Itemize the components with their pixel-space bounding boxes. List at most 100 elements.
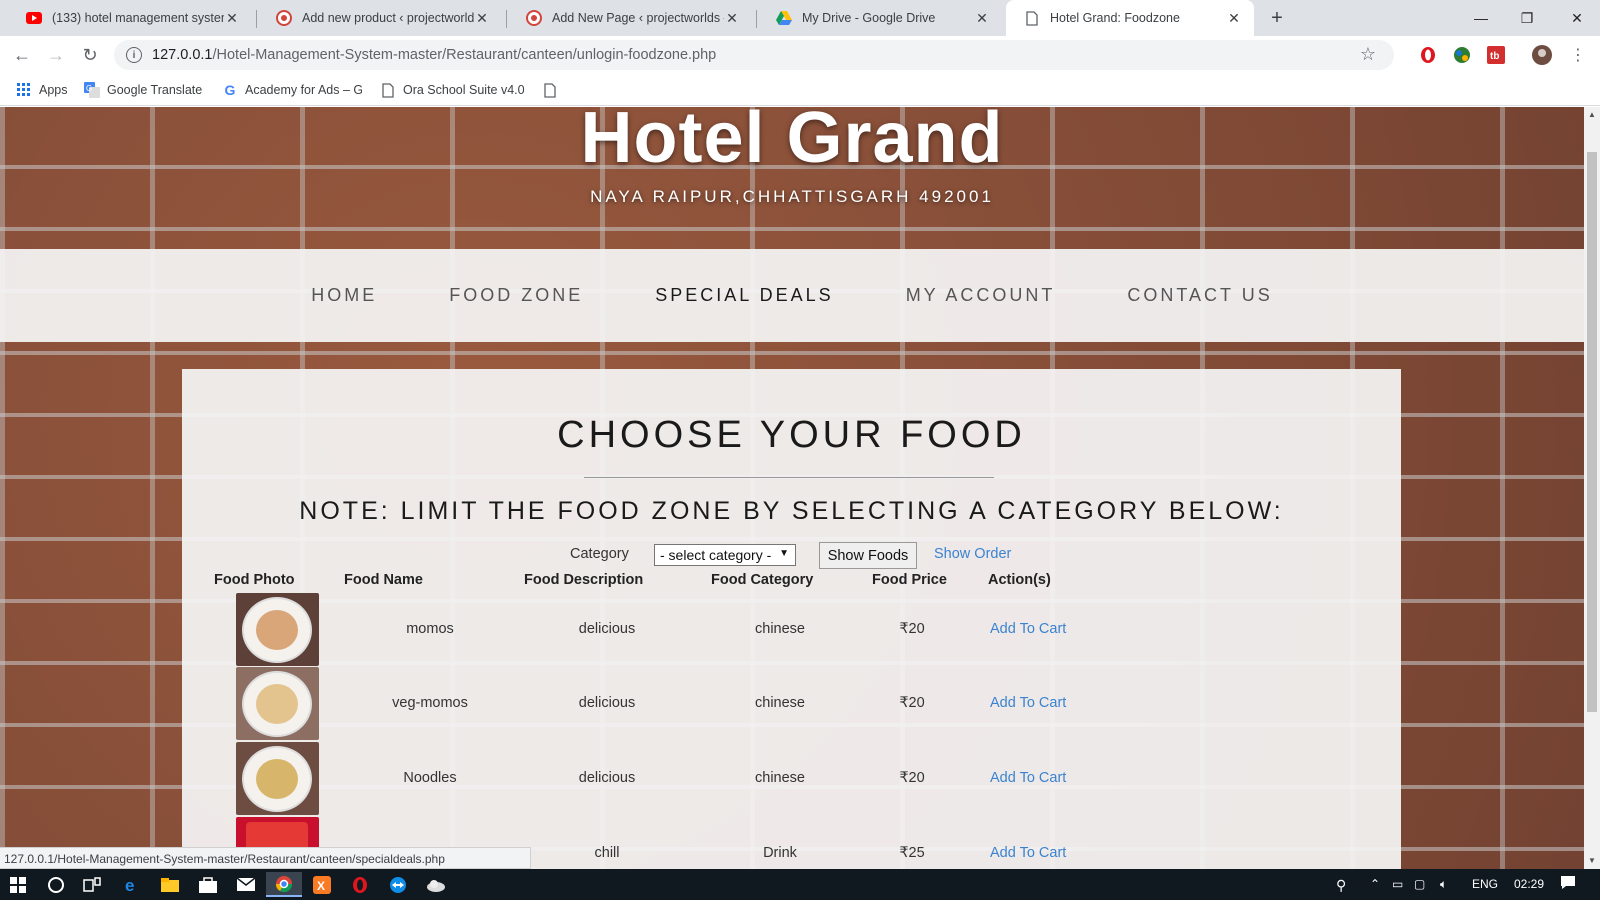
close-icon[interactable]: ✕ xyxy=(1226,10,1242,27)
bookmark-apps[interactable]: Apps xyxy=(16,82,68,98)
close-window-icon[interactable]: ✕ xyxy=(1554,0,1600,36)
windows-start-icon[interactable] xyxy=(0,872,36,897)
bookmark-academy-for-ads[interactable]: G Academy for Ads – G xyxy=(222,82,362,98)
mail-icon[interactable] xyxy=(228,872,264,897)
tab-title: Hotel Grand: Foodzone xyxy=(1050,11,1180,25)
scroll-up-icon[interactable]: ▲ xyxy=(1584,107,1600,123)
clock[interactable]: 02:29 xyxy=(1514,877,1544,891)
people-icon[interactable]: ⚲ xyxy=(1336,877,1346,894)
forward-arrow-icon[interactable]: → xyxy=(44,43,68,67)
youtube-icon xyxy=(26,10,42,26)
food-category: Drink xyxy=(763,845,797,861)
teamviewer-icon[interactable] xyxy=(380,872,416,897)
bookmark-ora-school-suite[interactable]: Ora School Suite v4.0 xyxy=(380,82,524,98)
chrome-icon[interactable] xyxy=(266,872,302,897)
food-photo xyxy=(236,742,319,815)
nav-food-zone[interactable]: FOOD ZONE xyxy=(449,285,583,306)
bookmark-untitled[interactable] xyxy=(542,82,565,98)
address-bar[interactable]: i 127.0.0.1/Hotel-Management-System-mast… xyxy=(114,40,1394,70)
bookmark-label: Google Translate xyxy=(107,83,203,97)
add-to-cart-link[interactable]: Add To Cart xyxy=(990,621,1066,637)
back-arrow-icon[interactable]: ← xyxy=(10,43,34,67)
close-icon[interactable]: ✕ xyxy=(224,10,240,27)
scroll-down-icon[interactable]: ▼ xyxy=(1584,853,1600,869)
store-icon[interactable] xyxy=(190,872,226,897)
main-nav: HOME FOOD ZONE SPECIAL DEALS MY ACCOUNT … xyxy=(0,249,1584,342)
show-foods-button[interactable]: Show Foods xyxy=(819,542,917,569)
nav-contact-us[interactable]: CONTACT US xyxy=(1127,285,1272,306)
close-icon[interactable]: ✕ xyxy=(474,10,490,27)
food-photo xyxy=(236,593,319,666)
add-to-cart-link[interactable]: Add To Cart xyxy=(990,695,1066,711)
nav-special-deals[interactable]: SPECIAL DEALS xyxy=(655,285,833,306)
file-explorer-icon[interactable] xyxy=(152,872,188,897)
reload-icon[interactable]: ↻ xyxy=(78,43,102,67)
action-center-icon[interactable] xyxy=(1560,875,1576,893)
food-name: veg-momos xyxy=(392,695,468,711)
nav-my-account[interactable]: MY ACCOUNT xyxy=(906,285,1056,306)
column-header-description: Food Description xyxy=(524,572,644,588)
food-category: chinese xyxy=(755,695,805,711)
xampp-icon[interactable]: X xyxy=(304,872,340,897)
add-to-cart-link[interactable]: Add To Cart xyxy=(990,770,1066,786)
page-icon xyxy=(380,82,396,98)
language-indicator[interactable]: ENG xyxy=(1472,877,1498,891)
minimize-icon[interactable]: — xyxy=(1458,0,1504,36)
dropdown-arrow-icon: ▼ xyxy=(779,548,789,559)
menu-kebab-icon[interactable]: ⋮ xyxy=(1566,43,1590,67)
url-host: 127.0.0.1 xyxy=(152,47,213,63)
category-note: NOTE: LIMIT THE FOOD ZONE BY SELECTING A… xyxy=(299,497,1284,525)
tab-add-new-product[interactable]: Add new product ‹ projectworlds ✕ xyxy=(258,0,502,36)
show-order-link[interactable]: Show Order xyxy=(934,546,1011,562)
add-to-cart-link[interactable]: Add To Cart xyxy=(990,845,1066,861)
tab-youtube[interactable]: (133) hotel management system ✕ xyxy=(8,0,252,36)
wordpress-icon xyxy=(526,10,542,26)
scrollbar-thumb[interactable] xyxy=(1587,152,1597,712)
network-icon[interactable]: ▢ xyxy=(1414,877,1425,891)
bookmark-star-icon[interactable]: ☆ xyxy=(1360,44,1376,65)
globe-extension-icon[interactable] xyxy=(1452,45,1472,65)
tab-title: Add new product ‹ projectworlds xyxy=(302,11,474,25)
page-viewport: Hotel Grand NAYA RAIPUR,CHHATTISGARH 492… xyxy=(0,107,1584,869)
profile-avatar-icon[interactable] xyxy=(1532,45,1552,65)
new-tab-button[interactable]: + xyxy=(1265,6,1289,30)
tb-extension-icon[interactable]: tb xyxy=(1486,45,1506,65)
tab-title: Add New Page ‹ projectworlds — xyxy=(552,11,724,25)
opera-extension-icon[interactable] xyxy=(1418,45,1438,65)
tab-google-drive[interactable]: My Drive - Google Drive ✕ xyxy=(758,0,1002,36)
tab-separator xyxy=(756,10,757,28)
battery-icon[interactable]: ▭ xyxy=(1392,877,1403,891)
status-bar-url: 127.0.0.1/Hotel-Management-System-master… xyxy=(0,847,531,869)
bookmark-google-translate[interactable]: G Google Translate xyxy=(84,82,202,98)
nav-home[interactable]: HOME xyxy=(311,285,377,306)
tab-hotel-grand-foodzone[interactable]: Hotel Grand: Foodzone ✕ xyxy=(1006,0,1254,36)
volume-icon[interactable]: 🔈︎ xyxy=(1440,877,1447,892)
opera-icon[interactable] xyxy=(342,872,378,897)
column-header-category: Food Category xyxy=(711,572,814,588)
close-icon[interactable]: ✕ xyxy=(974,10,990,27)
svg-text:G: G xyxy=(86,84,92,93)
restore-icon[interactable]: ❐ xyxy=(1504,0,1550,36)
tab-separator xyxy=(256,10,257,28)
bookmarks-bar: Apps G Google Translate G Academy for Ad… xyxy=(0,74,1600,106)
tab-separator xyxy=(506,10,507,28)
food-category: chinese xyxy=(755,621,805,637)
cloud-app-icon[interactable] xyxy=(418,872,454,897)
site-title: Hotel Grand xyxy=(580,107,1004,178)
close-icon[interactable]: ✕ xyxy=(724,10,740,27)
tab-add-new-page[interactable]: Add New Page ‹ projectworlds — ✕ xyxy=(508,0,752,36)
page-icon xyxy=(542,82,558,98)
tray-chevron-up-icon[interactable]: ⌃ xyxy=(1370,877,1380,891)
category-select[interactable]: - select category - ▼ xyxy=(654,544,796,566)
task-view-icon[interactable] xyxy=(74,872,110,897)
edge-icon[interactable]: e xyxy=(114,872,150,897)
food-photo xyxy=(236,667,319,740)
apps-grid-icon xyxy=(16,82,32,98)
windows-taskbar: e X ⚲ ⌃ ▭ ▢ 🔈︎ ENG 02:29 xyxy=(0,869,1600,900)
bookmark-label: Ora School Suite v4.0 xyxy=(403,83,524,97)
svg-text:X: X xyxy=(317,879,325,893)
info-icon[interactable]: i xyxy=(126,47,142,63)
cortana-icon[interactable] xyxy=(38,872,74,897)
tab-title: My Drive - Google Drive xyxy=(802,11,936,25)
food-price: ₹20 xyxy=(899,621,925,637)
